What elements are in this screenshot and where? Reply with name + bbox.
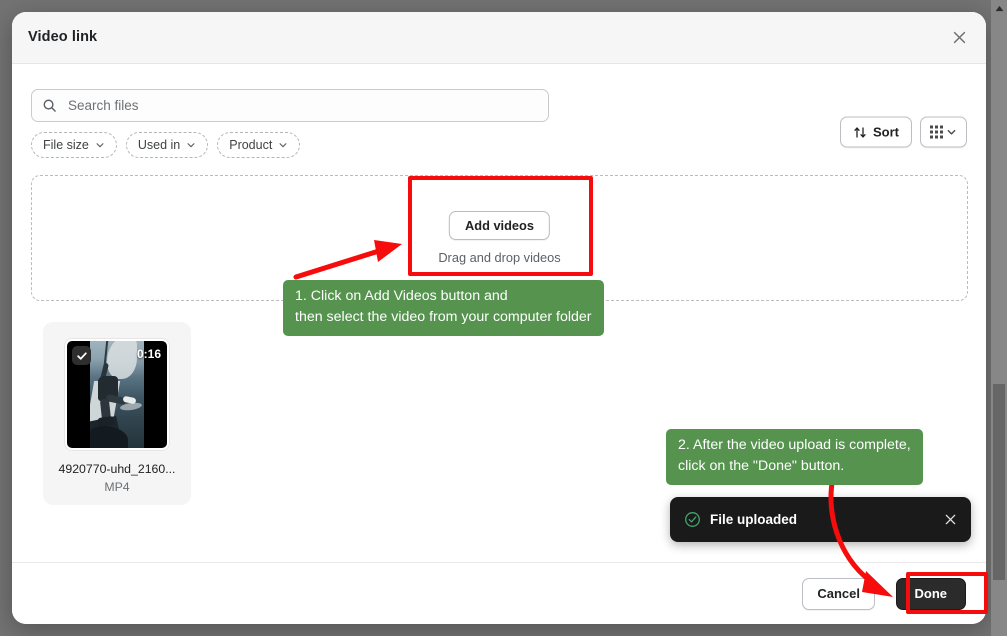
filter-chip-file-size[interactable]: File size <box>31 132 117 158</box>
chevron-down-icon <box>279 143 287 148</box>
modal-header: Video link <box>12 12 986 64</box>
toast-message: File uploaded <box>710 512 798 527</box>
chevron-down-icon <box>187 143 195 148</box>
sail-shape <box>107 341 137 379</box>
close-icon <box>945 514 955 525</box>
view-mode-button[interactable] <box>920 116 967 148</box>
close-modal-button[interactable] <box>945 23 973 51</box>
grid-view-icon <box>930 125 943 139</box>
dropzone-hint: Drag and drop videos <box>438 250 561 265</box>
file-type: MP4 <box>104 480 130 494</box>
close-icon <box>953 31 965 43</box>
modal-footer: Cancel Done <box>12 562 986 624</box>
chevron-down-icon <box>947 129 956 135</box>
triangle-up-icon <box>995 5 1003 12</box>
search-input[interactable] <box>66 90 538 121</box>
video-duration: 0:16 <box>136 347 161 361</box>
chevron-down-icon <box>96 143 104 148</box>
dropzone-content: Add videos Drag and drop videos <box>438 211 561 265</box>
filter-chip-used-in[interactable]: Used in <box>125 132 209 158</box>
scrollbar-thumb[interactable] <box>993 384 1005 580</box>
file-name: 4920770-uhd_2160... <box>58 462 176 476</box>
filter-chip-product[interactable]: Product <box>217 132 301 158</box>
screen-root: Video link Sort <box>0 0 1007 636</box>
check-circle-icon <box>685 512 700 527</box>
search-icon <box>43 99 56 112</box>
sort-label: Sort <box>873 124 899 140</box>
toast-close-button[interactable] <box>939 509 961 531</box>
thumbnail-image <box>90 341 144 448</box>
video-dropzone[interactable]: Add videos Drag and drop videos <box>31 175 968 301</box>
done-button[interactable]: Done <box>895 577 966 610</box>
filter-chip-label: Used in <box>137 138 181 152</box>
toast-notification: File uploaded <box>670 497 971 542</box>
add-videos-button[interactable]: Add videos <box>449 211 550 240</box>
file-card[interactable]: 0:16 4920770-uhd_2160... MP4 <box>43 322 191 505</box>
filter-chip-label: Product <box>229 138 273 152</box>
check-icon <box>76 351 87 360</box>
sort-arrows-icon <box>854 126 866 138</box>
scroll-up-button[interactable] <box>991 0 1007 17</box>
sort-button[interactable]: Sort <box>840 116 912 148</box>
page-scrollbar[interactable] <box>991 0 1007 636</box>
filter-chip-label: File size <box>43 138 89 152</box>
cancel-button[interactable]: Cancel <box>802 577 875 610</box>
filter-chip-group: File size Used in Product <box>31 132 301 158</box>
file-select-checkbox[interactable] <box>72 346 91 365</box>
video-thumbnail[interactable]: 0:16 <box>65 339 169 450</box>
rock-shape <box>90 426 128 448</box>
search-field[interactable] <box>31 89 549 122</box>
page-title: Video link <box>28 29 98 45</box>
